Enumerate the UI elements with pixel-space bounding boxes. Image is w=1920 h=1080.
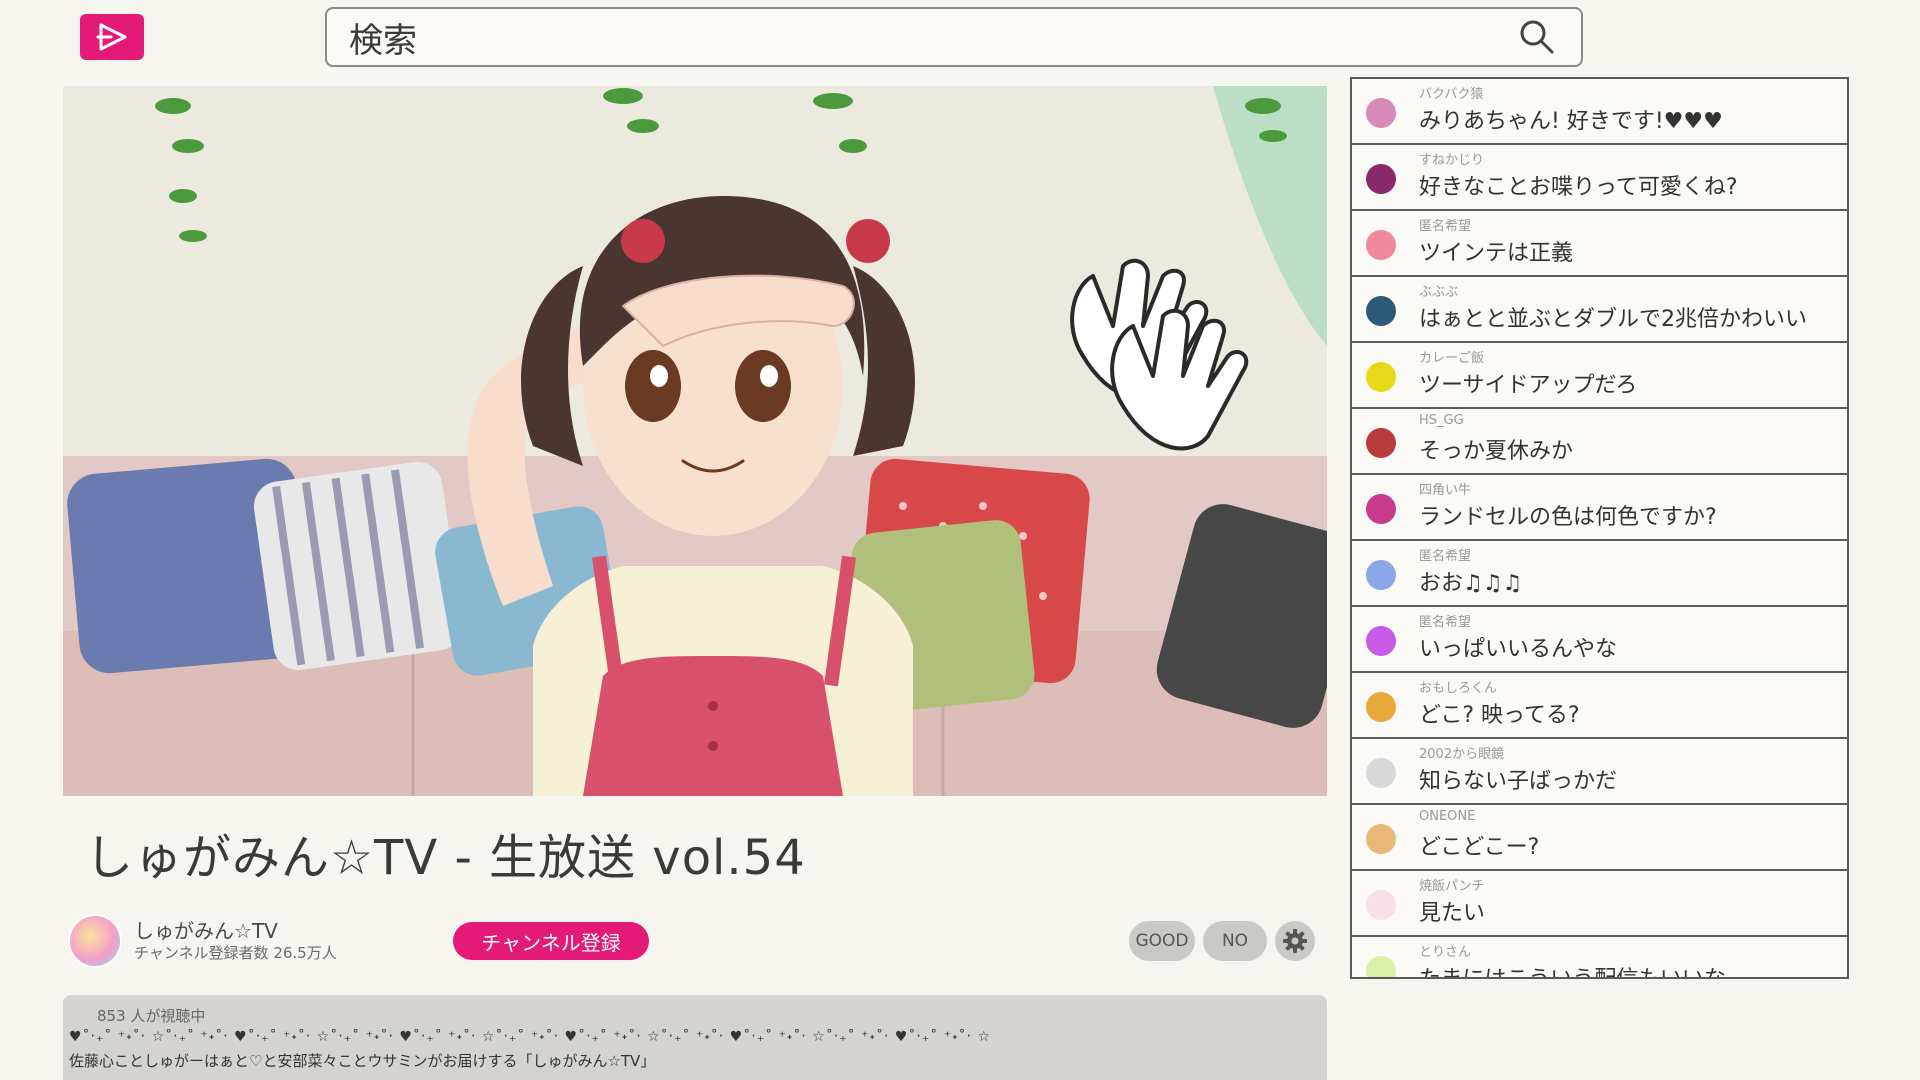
chat-username: HS_GG (1419, 413, 1464, 428)
chat-text: おお♫♫♫ (1419, 571, 1523, 596)
video-frame-illustration (63, 86, 1327, 796)
chat-message: 2002から眼鏡知らない子ばっかだ (1352, 739, 1847, 805)
chat-message: 四角い牛ランドセルの色は何色ですか? (1352, 475, 1847, 541)
chat-text: 好きなことお喋りって可愛くね? (1419, 175, 1738, 200)
subscribe-button[interactable]: チャンネル登録 (453, 922, 649, 960)
user-avatar-icon (1366, 560, 1396, 590)
user-avatar-icon (1366, 362, 1396, 392)
search-input[interactable]: 検索 (349, 13, 1515, 62)
chat-username: ぶぶぶ (1419, 285, 1459, 300)
no-button[interactable]: NO (1203, 921, 1267, 961)
settings-button[interactable] (1275, 921, 1315, 961)
chat-message: ぶぶぶはぁとと並ぶとダブルで2兆倍かわいい (1352, 277, 1847, 343)
chat-username: 匿名希望 (1419, 615, 1472, 630)
chat-username: ONEONE (1419, 809, 1476, 824)
chat-message: 匿名希望いっぱいいるんやな (1352, 607, 1847, 673)
video-title: しゅがみん☆TV - 生放送 vol.54 (85, 830, 806, 886)
chat-username: 四角い牛 (1419, 483, 1472, 498)
chat-username: 2002から眼鏡 (1419, 747, 1505, 762)
chat-username: バクバク猿 (1419, 87, 1484, 102)
user-avatar-icon (1366, 758, 1396, 788)
chat-text: はぁとと並ぶとダブルで2兆倍かわいい (1419, 307, 1807, 332)
user-avatar-icon (1366, 494, 1396, 524)
chat-message: バクバク猿みりあちゃん! 好きです!♥♥♥ (1352, 79, 1847, 145)
chat-text: 見たい (1419, 901, 1486, 926)
chat-username: とりさん (1419, 945, 1472, 960)
chat-message: とりさんたまにはこういう配信もいいな (1352, 937, 1847, 977)
chat-username: すねかじり (1419, 153, 1485, 168)
chat-message: おもしろくんどこ? 映ってる? (1352, 673, 1847, 739)
chat-text: ランドセルの色は何色ですか? (1419, 505, 1717, 530)
user-avatar-icon (1366, 890, 1396, 920)
chat-message: カレーご飯ツーサイドアップだろ (1352, 343, 1847, 409)
user-avatar-icon (1366, 956, 1396, 977)
user-avatar-icon (1366, 626, 1396, 656)
chat-message: ONEONE どこどこー? (1352, 805, 1847, 871)
channel-avatar[interactable] (68, 914, 122, 968)
chat-text: どこどこー? (1419, 835, 1540, 860)
chat-username: 匿名希望 (1419, 219, 1472, 234)
description-panel: 853 人が視聴中 ♥˚‧₊˚ ⁺˖˚‧ ☆˚‧₊˚ ⁺˖˚‧ ♥˚‧₊˚ ⁺˖… (63, 995, 1327, 1080)
chat-text: ツインテは正義 (1419, 241, 1574, 266)
chat-text: 知らない子ばっかだ (1419, 769, 1618, 794)
viewer-count: 853 人が視聴中 (97, 1007, 206, 1025)
user-avatar-icon (1366, 428, 1396, 458)
user-avatar-icon (1366, 692, 1396, 722)
chat-message: 匿名希望ツインテは正義 (1352, 211, 1847, 277)
user-avatar-icon (1366, 824, 1396, 854)
description-text: 佐藤心ことしゅがーはぁと♡と安部菜々ことウサミンがお届けする「しゅがみん☆TV」 (69, 1052, 656, 1070)
live-chat[interactable]: バクバク猿みりあちゃん! 好きです!♥♥♥ すねかじり好きなことお喋りって可愛く… (1350, 77, 1849, 979)
chat-text: ツーサイドアップだろ (1419, 373, 1638, 398)
user-avatar-icon (1366, 230, 1396, 260)
chat-username: おもしろくん (1419, 681, 1498, 696)
user-avatar-icon (1366, 296, 1396, 326)
channel-name[interactable]: しゅがみん☆TV (134, 919, 337, 943)
chat-text: いっぱいいるんやな (1419, 637, 1618, 662)
good-button[interactable]: GOOD (1129, 921, 1195, 961)
chat-text: どこ? 映ってる? (1419, 703, 1580, 728)
chat-message: すねかじり好きなことお喋りって可愛くね? (1352, 145, 1847, 211)
chat-text: みりあちゃん! 好きです!♥♥♥ (1419, 109, 1723, 134)
logo[interactable] (80, 14, 144, 60)
gear-icon (1283, 929, 1307, 953)
search-icon[interactable] (1515, 15, 1559, 59)
play-logo-icon (96, 23, 127, 51)
subscriber-count: チャンネル登録者数 26.5万人 (134, 944, 337, 962)
user-avatar-icon (1366, 164, 1396, 194)
chat-message: 匿名希望おお♫♫♫ (1352, 541, 1847, 607)
chat-username: カレーご飯 (1419, 351, 1485, 366)
chat-text: たまにはこういう配信もいいな (1419, 961, 1726, 977)
chat-message: HS_GG そっか夏休みか (1352, 409, 1847, 475)
chat-username: 焼飯パンチ (1419, 879, 1485, 894)
user-avatar-icon (1366, 98, 1396, 128)
chat-text: そっか夏休みか (1419, 439, 1574, 464)
chat-message: 焼飯パンチ 見たい (1352, 871, 1847, 937)
chat-username: 匿名希望 (1419, 549, 1472, 564)
search-bar[interactable]: 検索 (325, 7, 1583, 67)
channel-info[interactable]: しゅがみん☆TV チャンネル登録者数 26.5万人 (68, 913, 337, 969)
video-player[interactable] (63, 86, 1327, 796)
description-decoration: ♥˚‧₊˚ ⁺˖˚‧ ☆˚‧₊˚ ⁺˖˚‧ ♥˚‧₊˚ ⁺˖˚‧ ☆˚‧₊˚ ⁺… (69, 1029, 991, 1045)
